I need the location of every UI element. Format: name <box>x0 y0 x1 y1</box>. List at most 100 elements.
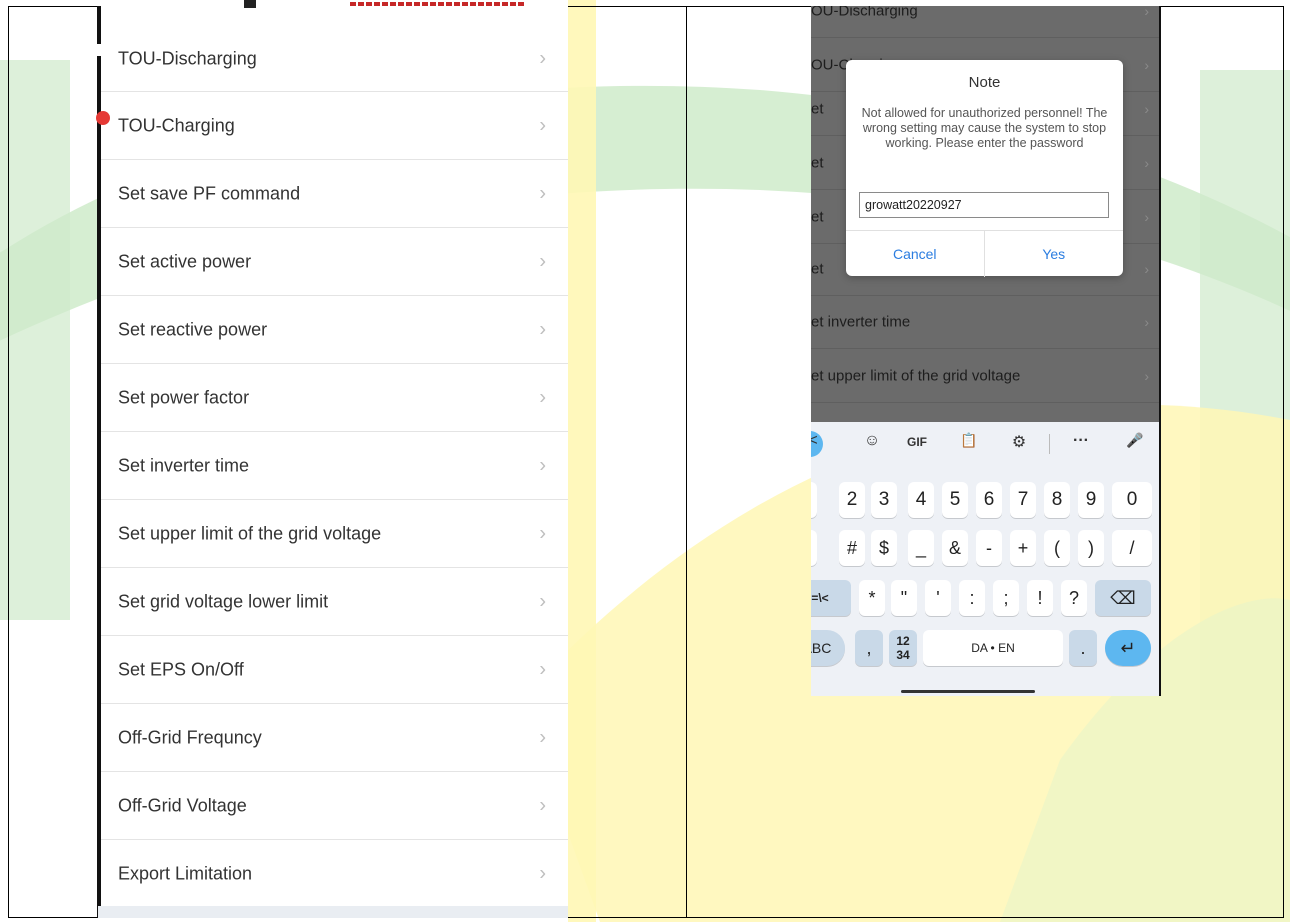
yes-button[interactable]: Yes <box>985 231 1124 277</box>
key-comma[interactable]: , <box>855 630 883 666</box>
bg-list-item-label: et <box>811 100 824 117</box>
key-8[interactable]: 8 <box>1044 482 1070 518</box>
list-item-set-eps-on-off[interactable]: Set EPS On/Off › <box>98 636 568 704</box>
key-dollar[interactable]: $ <box>871 530 897 566</box>
space-bar[interactable]: DA • EN <box>923 630 1063 666</box>
numpad-key-bottom: 34 <box>896 648 910 662</box>
list-item-set-grid-voltage-lower-limit[interactable]: Set grid voltage lower limit › <box>98 568 568 636</box>
key-ampersand[interactable]: & <box>942 530 968 566</box>
key-plus[interactable]: + <box>1010 530 1036 566</box>
key-period[interactable]: . <box>1069 630 1097 666</box>
key-minus[interactable]: - <box>976 530 1002 566</box>
backspace-icon[interactable]: ⌫ <box>1095 580 1151 616</box>
password-input[interactable]: growatt20220927 <box>859 192 1109 218</box>
chevron-right-icon: › <box>1144 56 1149 73</box>
list-item-set-save-pf-command[interactable]: Set save PF command › <box>98 160 568 228</box>
key-7[interactable]: 7 <box>1010 482 1036 518</box>
list-item-label: Set reactive power <box>118 319 268 339</box>
bg-list-item-label: et <box>811 154 824 171</box>
right-phone-screen: OU-Discharging › OU-Charging › et › et ›… <box>811 6 1161 696</box>
list-item-set-reactive-power[interactable]: Set reactive power › <box>98 296 568 364</box>
key-underscore[interactable]: _ <box>908 530 934 566</box>
microphone-icon[interactable]: 🎤 <box>1121 432 1149 449</box>
numpad-key[interactable]: 12 34 <box>889 630 917 666</box>
key-open-paren[interactable]: ( <box>1044 530 1070 566</box>
key-1[interactable]: 1 <box>811 482 817 518</box>
chevron-right-icon: › <box>539 658 546 680</box>
list-item-off-grid-voltage[interactable]: Off-Grid Voltage › <box>98 772 568 840</box>
list-item-label: TOU-Charging <box>118 115 235 135</box>
key-close-paren[interactable]: ) <box>1078 530 1104 566</box>
key-semicolon[interactable]: ; <box>993 580 1019 616</box>
chevron-right-icon: › <box>539 726 546 748</box>
list-bottom-bar <box>98 906 568 918</box>
list-item-tou-charging[interactable]: TOU-Charging › <box>98 92 568 160</box>
settings-list: TOU-Discharging › TOU-Charging › Set sav… <box>98 26 568 908</box>
symbols-shift-key[interactable]: =\< <box>811 580 851 616</box>
bg-list-item-label: et inverter time <box>811 313 911 330</box>
chevron-right-icon: › <box>1144 208 1149 225</box>
chevron-right-icon: › <box>1144 154 1149 171</box>
key-6[interactable]: 6 <box>976 482 1002 518</box>
list-item-label: Set grid voltage lower limit <box>118 591 329 611</box>
key-4[interactable]: 4 <box>908 482 934 518</box>
list-item-export-limitation[interactable]: Export Limitation › <box>98 840 568 908</box>
dialog-title: Note <box>968 74 1001 91</box>
key-slash[interactable]: / <box>1112 530 1152 566</box>
chevron-right-icon: › <box>1144 6 1149 19</box>
table-divider <box>686 6 687 918</box>
chevron-right-icon: › <box>539 794 546 816</box>
red-marker-dot-icon <box>96 111 110 125</box>
back-arrow-icon[interactable]: < <box>811 432 827 450</box>
list-item-label: Set EPS On/Off <box>118 659 244 679</box>
cancel-button[interactable]: Cancel <box>846 231 985 277</box>
bg-list-item: OU-Discharging › <box>811 6 1161 38</box>
chevron-right-icon: › <box>539 386 546 408</box>
enter-icon[interactable]: ↵ <box>1105 630 1151 666</box>
key-asterisk[interactable]: * <box>859 580 885 616</box>
key-0[interactable]: 0 <box>1112 482 1152 518</box>
chevron-right-icon: › <box>1144 100 1149 117</box>
key-hash[interactable]: # <box>839 530 865 566</box>
key-2[interactable]: 2 <box>839 482 865 518</box>
gesture-handle <box>901 690 1035 693</box>
chevron-right-icon: › <box>539 318 546 340</box>
gear-icon[interactable]: ⚙ <box>1005 432 1033 452</box>
list-item-label: Export Limitation <box>118 863 253 883</box>
chevron-right-icon: › <box>539 522 546 544</box>
phone-right-edge <box>1159 6 1161 696</box>
key-exclamation[interactable]: ! <box>1027 580 1053 616</box>
clipboard-icon[interactable]: 📋 <box>955 432 983 449</box>
gif-icon[interactable]: GIF <box>903 435 931 449</box>
list-item-tou-discharging[interactable]: TOU-Discharging › <box>98 26 568 92</box>
list-item-label: Set power factor <box>118 387 250 407</box>
dialog-buttons: Cancel Yes <box>846 230 1123 277</box>
list-item-label: Set active power <box>118 251 252 271</box>
list-item-set-inverter-time[interactable]: Set inverter time › <box>98 432 568 500</box>
phone-left-edge <box>97 6 101 918</box>
list-item-set-upper-limit-grid-voltage[interactable]: Set upper limit of the grid voltage › <box>98 500 568 568</box>
list-item-label: Set upper limit of the grid voltage <box>118 523 382 543</box>
key-single-quote[interactable]: ' <box>925 580 951 616</box>
chevron-right-icon: › <box>1144 367 1149 384</box>
key-3[interactable]: 3 <box>871 482 897 518</box>
key-5[interactable]: 5 <box>942 482 968 518</box>
list-item-label: Off-Grid Frequncy <box>118 727 262 747</box>
bg-list-item-label: et <box>811 260 824 277</box>
abc-key[interactable]: ABC <box>811 630 845 666</box>
chevron-right-icon: › <box>539 114 546 136</box>
list-item-off-grid-frequency[interactable]: Off-Grid Frequncy › <box>98 704 568 772</box>
key-colon[interactable]: : <box>959 580 985 616</box>
key-question[interactable]: ? <box>1061 580 1087 616</box>
key-at[interactable]: @ <box>811 530 817 566</box>
list-item-set-active-power[interactable]: Set active power › <box>98 228 568 296</box>
list-item-set-power-factor[interactable]: Set power factor › <box>98 364 568 432</box>
sticker-icon[interactable]: ☺ <box>858 432 886 450</box>
key-double-quote[interactable]: " <box>891 580 917 616</box>
chevron-right-icon: › <box>539 182 546 204</box>
more-icon[interactable]: ··· <box>1067 432 1095 450</box>
key-9[interactable]: 9 <box>1078 482 1104 518</box>
bg-list-item-label: OU-Discharging <box>811 6 918 19</box>
dialog-message: Not allowed for unauthorized personnel! … <box>861 106 1108 150</box>
bg-list-item-label: et upper limit of the grid voltage <box>811 367 1021 384</box>
